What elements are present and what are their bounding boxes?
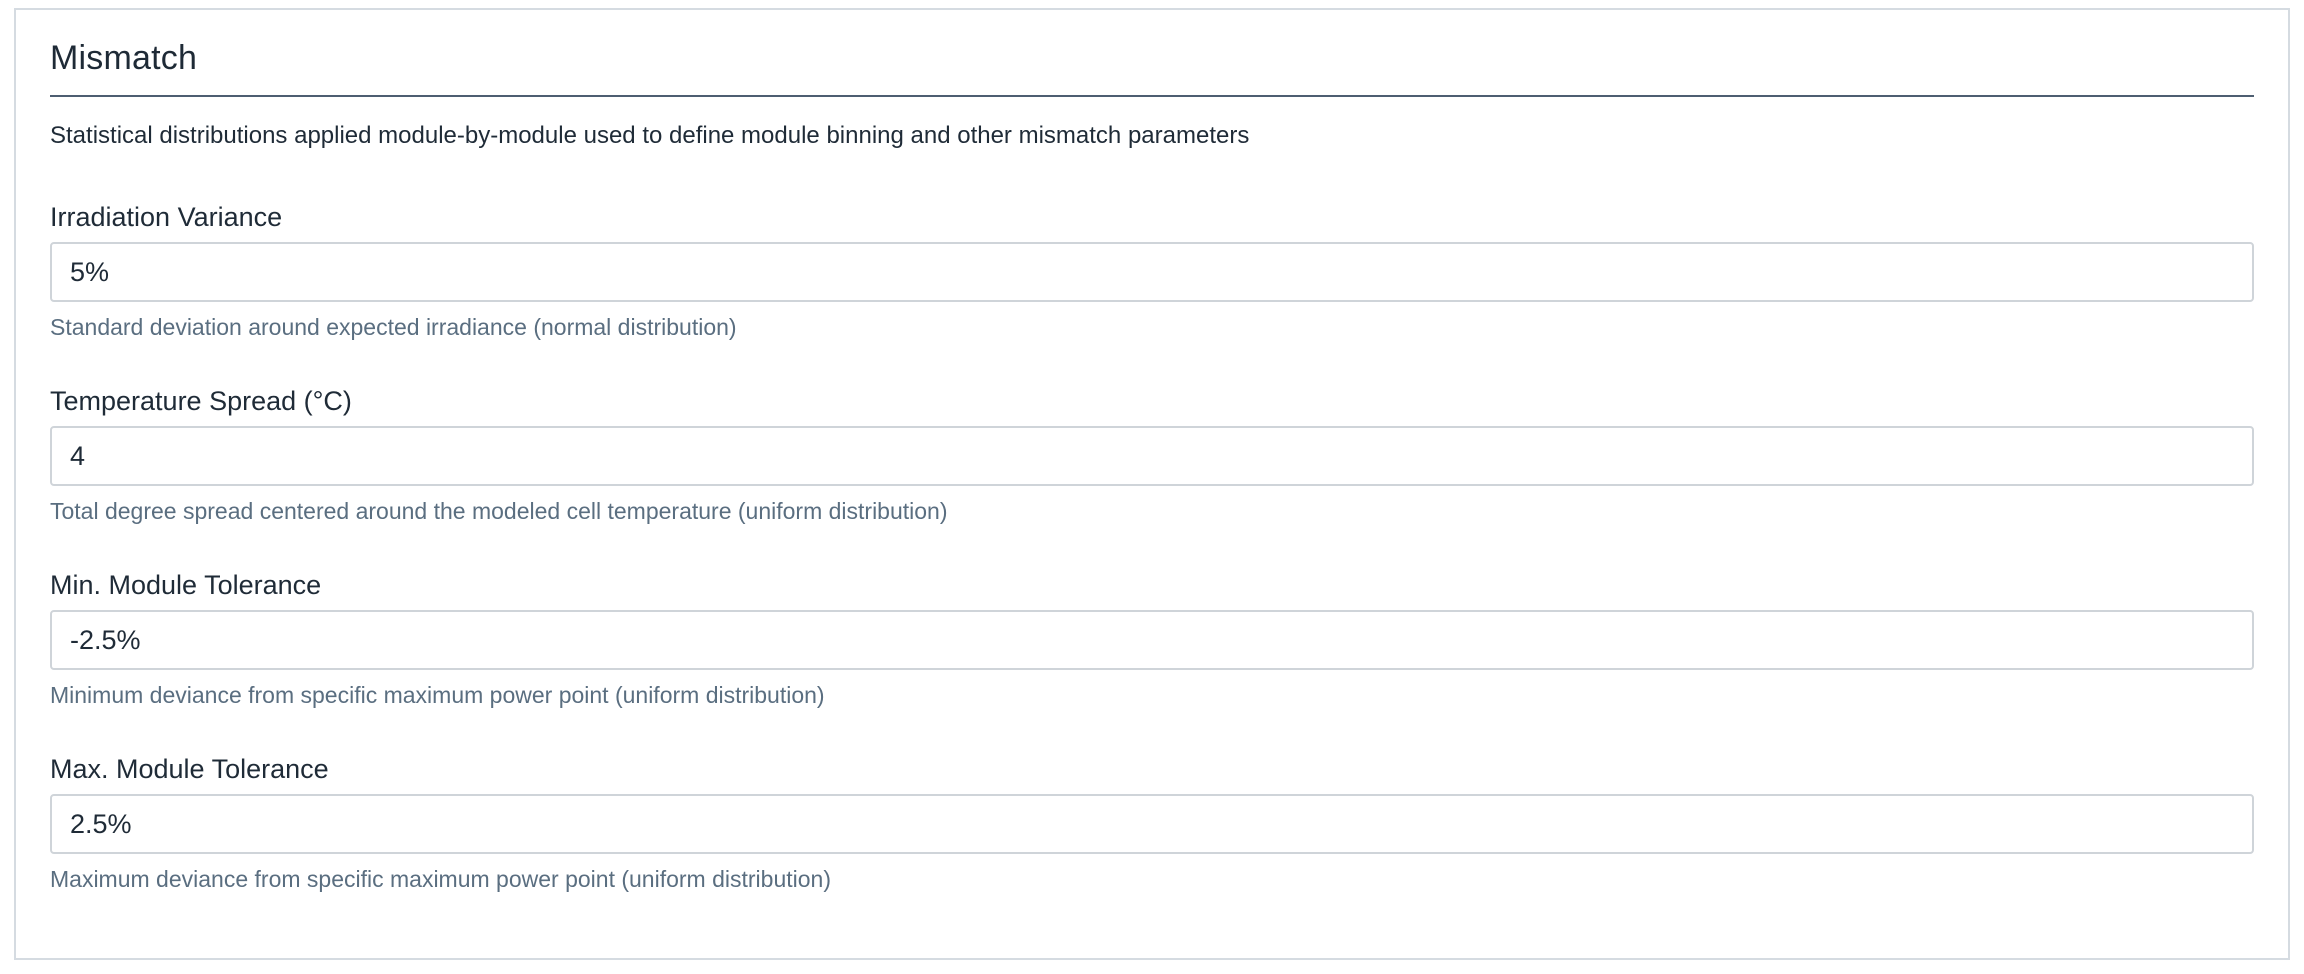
max-module-tolerance-input[interactable] bbox=[50, 794, 2254, 854]
temperature-spread-input[interactable] bbox=[50, 426, 2254, 486]
irradiation-variance-input[interactable] bbox=[50, 242, 2254, 302]
mismatch-panel: Mismatch Statistical distributions appli… bbox=[14, 8, 2290, 960]
min-module-tolerance-help: Minimum deviance from specific maximum p… bbox=[50, 682, 825, 708]
max-module-tolerance-field: Max. Module Tolerance Maximum deviance f… bbox=[50, 752, 2254, 912]
section-description: Statistical distributions applied module… bbox=[50, 122, 1250, 149]
irradiation-variance-label: Irradiation Variance bbox=[50, 202, 283, 232]
min-module-tolerance-input[interactable] bbox=[50, 610, 2254, 670]
max-module-tolerance-help: Maximum deviance from specific maximum p… bbox=[50, 866, 831, 892]
min-module-tolerance-label: Min. Module Tolerance bbox=[50, 570, 322, 600]
irradiation-variance-field: Irradiation Variance Standard deviation … bbox=[50, 200, 2254, 360]
title-divider bbox=[50, 95, 2254, 97]
irradiation-variance-help: Standard deviation around expected irrad… bbox=[50, 314, 737, 340]
temperature-spread-help: Total degree spread centered around the … bbox=[50, 498, 948, 524]
temperature-spread-label: Temperature Spread (°C) bbox=[50, 386, 352, 416]
temperature-spread-field: Temperature Spread (°C) Total degree spr… bbox=[50, 384, 2254, 544]
min-module-tolerance-field: Min. Module Tolerance Minimum deviance f… bbox=[50, 568, 2254, 728]
section-title: Mismatch bbox=[50, 39, 198, 77]
max-module-tolerance-label: Max. Module Tolerance bbox=[50, 754, 329, 784]
